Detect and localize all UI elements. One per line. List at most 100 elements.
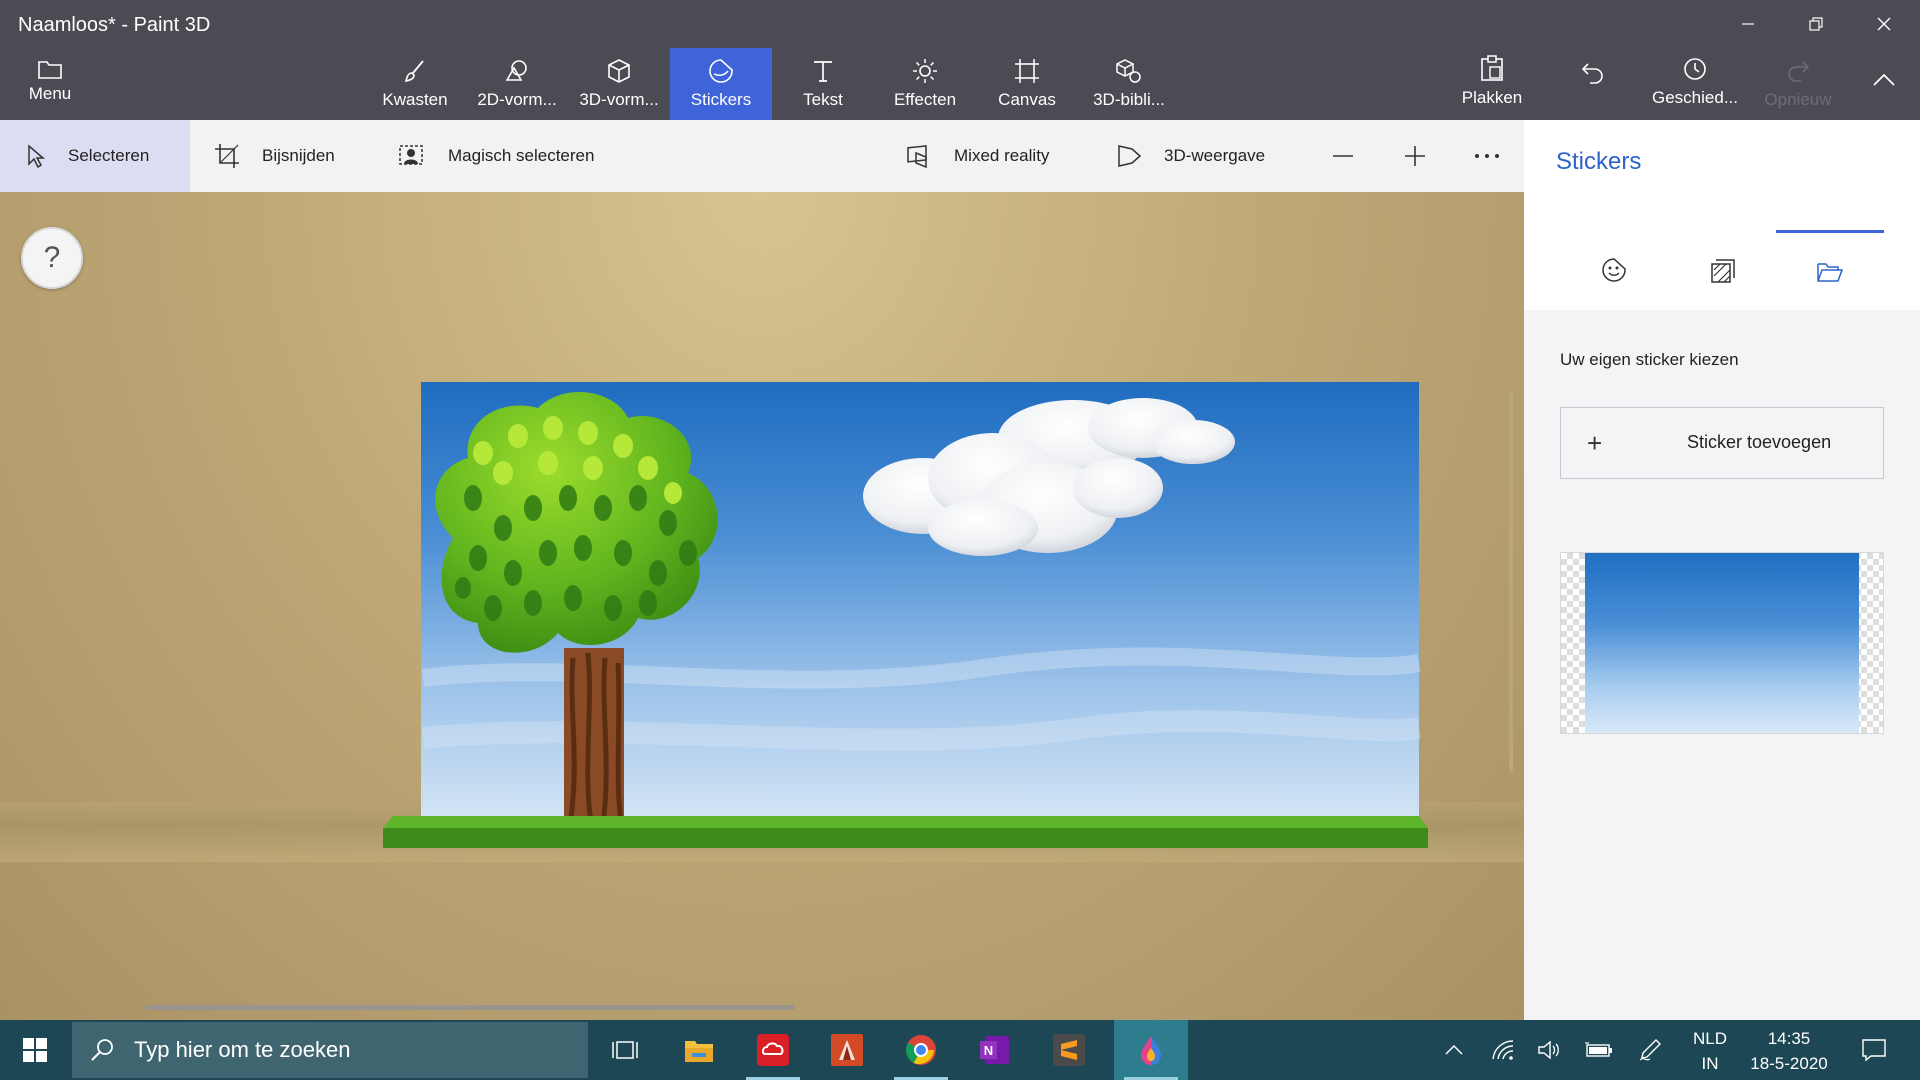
more-icon bbox=[1475, 154, 1499, 158]
paint-3d-button[interactable] bbox=[1114, 1020, 1188, 1080]
sub-toolbar: Selecteren Bijsnijden Magisch selecteren… bbox=[0, 120, 1524, 192]
mixed-reality-icon bbox=[907, 145, 927, 169]
volume-button[interactable] bbox=[1532, 1020, 1566, 1080]
canvas-icon bbox=[1015, 59, 1039, 83]
panel-title: Stickers bbox=[1556, 148, 1642, 175]
creative-cloud-button[interactable] bbox=[736, 1020, 810, 1080]
office-lens-button[interactable] bbox=[810, 1020, 884, 1080]
horizontal-scrollbar[interactable] bbox=[145, 1005, 795, 1010]
tool-label: 3D-vorm... bbox=[579, 90, 659, 109]
file-explorer-button[interactable] bbox=[662, 1020, 736, 1080]
lang-top: NLD bbox=[1692, 1029, 1727, 1048]
onenote-icon: N bbox=[980, 1036, 1009, 1064]
close-button[interactable] bbox=[1850, 0, 1918, 48]
add-sticker-label: Sticker toevoegen bbox=[1687, 432, 1832, 452]
plus-icon: + bbox=[1587, 428, 1603, 458]
tool-3d-library[interactable]: 3D-bibli... bbox=[1078, 48, 1180, 120]
minimize-button[interactable] bbox=[1714, 0, 1782, 48]
redo-button[interactable]: Opnieuw bbox=[1756, 58, 1840, 110]
effects-icon bbox=[913, 59, 937, 83]
tool-effecten[interactable]: Effecten bbox=[874, 48, 976, 120]
paste-button[interactable]: Plakken bbox=[1452, 54, 1532, 108]
history-button[interactable]: Geschied... bbox=[1648, 56, 1742, 108]
history-label: Geschied... bbox=[1652, 88, 1738, 107]
brush-icon bbox=[404, 60, 424, 83]
start-button[interactable] bbox=[0, 1020, 70, 1080]
vertical-scrollbar[interactable] bbox=[1509, 392, 1513, 772]
action-center-button[interactable] bbox=[1852, 1020, 1896, 1080]
close-icon bbox=[1877, 17, 1891, 31]
minus-icon bbox=[1333, 155, 1353, 157]
sublime-text-icon bbox=[1053, 1034, 1085, 1066]
input-language[interactable]: NLD IN bbox=[1688, 1026, 1732, 1076]
magic-select-label: Magisch selecteren bbox=[448, 146, 595, 165]
panel-tabs bbox=[1524, 192, 1920, 310]
tool-2d-shapes[interactable]: 2D-vorm... bbox=[466, 48, 568, 120]
help-button[interactable]: ? bbox=[21, 227, 83, 289]
grass-model[interactable] bbox=[383, 816, 1428, 848]
3d-shapes-icon bbox=[608, 59, 630, 83]
crop-label: Bijsnijden bbox=[262, 146, 335, 165]
tool-label: Stickers bbox=[690, 90, 752, 109]
battery-button[interactable] bbox=[1580, 1020, 1618, 1080]
show-hidden-icons-button[interactable] bbox=[1436, 1020, 1472, 1080]
pen-workspace-button[interactable] bbox=[1632, 1020, 1668, 1080]
chevron-up-icon bbox=[1445, 1044, 1463, 1055]
text-icon bbox=[814, 61, 832, 82]
notification-icon bbox=[1862, 1039, 1886, 1062]
more-options-button[interactable] bbox=[1462, 120, 1512, 192]
3d-scene[interactable] bbox=[383, 378, 1433, 848]
pointer-icon bbox=[28, 144, 46, 168]
paste-label: Plakken bbox=[1461, 88, 1523, 107]
menu-button[interactable]: Menu bbox=[14, 58, 86, 112]
creative-cloud-icon bbox=[757, 1034, 789, 1066]
crop-button[interactable]: Bijsnijden bbox=[214, 120, 335, 192]
chrome-button[interactable] bbox=[884, 1020, 958, 1080]
task-view-button[interactable] bbox=[588, 1020, 662, 1080]
3d-library-icon bbox=[1116, 59, 1141, 83]
taskbar-clock[interactable]: 14:35 18-5-2020 bbox=[1734, 1026, 1844, 1076]
sticker-face-icon bbox=[1602, 258, 1626, 282]
tool-label: 2D-vorm... bbox=[477, 90, 557, 109]
stickers-panel: Stickers Uw eigen sticker kiezen + Stick… bbox=[1524, 120, 1920, 1020]
crop-icon bbox=[215, 144, 239, 168]
taskbar-search[interactable]: Typ hier om te zoeken bbox=[72, 1022, 588, 1078]
paint-3d-icon bbox=[1141, 1036, 1161, 1065]
3d-view-button[interactable]: 3D-weergave bbox=[1116, 120, 1265, 192]
tab-textures[interactable] bbox=[1668, 230, 1776, 310]
sublime-text-button[interactable] bbox=[1032, 1020, 1106, 1080]
tool-canvas[interactable]: Canvas bbox=[976, 48, 1078, 120]
tool-label: Canvas bbox=[998, 90, 1056, 109]
mixed-reality-button[interactable]: Mixed reality bbox=[906, 120, 1049, 192]
collapse-ribbon-button[interactable] bbox=[1864, 72, 1904, 94]
title-bar: Naamloos* - Paint 3D Menu Kwasten 2D-vor… bbox=[0, 0, 1920, 120]
zoom-in-button[interactable] bbox=[1390, 120, 1440, 192]
search-icon bbox=[91, 1039, 113, 1061]
select-button[interactable]: Selecteren bbox=[0, 120, 190, 192]
2d-shapes-icon bbox=[505, 60, 527, 81]
add-sticker-button[interactable]: + Sticker toevoegen bbox=[1560, 407, 1884, 479]
task-view-icon bbox=[612, 1041, 638, 1059]
magic-select-icon bbox=[399, 145, 423, 165]
tab-custom-sticker[interactable] bbox=[1776, 230, 1884, 310]
custom-sticker-thumbnail[interactable] bbox=[1560, 552, 1884, 734]
stickers-icon bbox=[709, 59, 733, 83]
undo-button[interactable] bbox=[1573, 60, 1613, 92]
tool-stickers[interactable]: Stickers bbox=[670, 48, 772, 120]
zoom-out-button[interactable] bbox=[1318, 120, 1368, 192]
magic-select-button[interactable]: Magisch selecteren bbox=[398, 120, 594, 192]
tab-stickers[interactable] bbox=[1560, 230, 1668, 310]
tool-kwasten[interactable]: Kwasten bbox=[364, 48, 466, 120]
select-label: Selecteren bbox=[68, 146, 150, 165]
tool-3d-shapes[interactable]: 3D-vorm... bbox=[568, 48, 670, 120]
redo-icon bbox=[1788, 61, 1810, 82]
onenote-button[interactable]: N bbox=[958, 1020, 1032, 1080]
tool-tekst[interactable]: Tekst bbox=[772, 48, 874, 120]
restore-button[interactable] bbox=[1782, 0, 1850, 48]
open-folder-icon bbox=[1817, 262, 1844, 282]
canvas-workspace[interactable]: ? bbox=[0, 192, 1524, 1020]
mixed-reality-label: Mixed reality bbox=[954, 146, 1050, 165]
network-button[interactable] bbox=[1486, 1020, 1520, 1080]
minimize-icon bbox=[1742, 23, 1754, 25]
window-title: Naamloos* - Paint 3D bbox=[18, 14, 211, 36]
